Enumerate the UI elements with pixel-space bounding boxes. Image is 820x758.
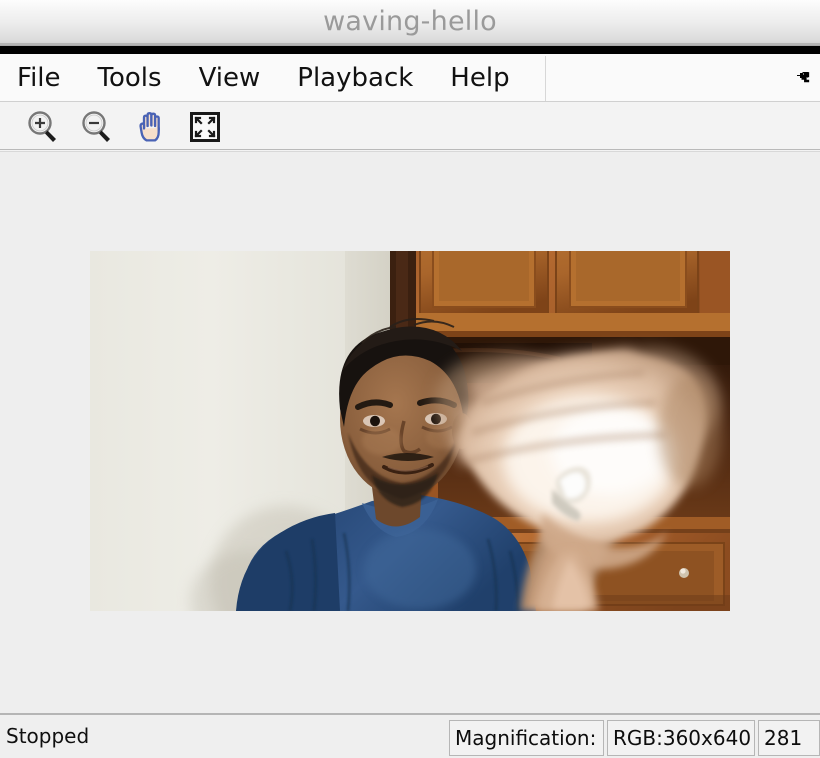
video-viewer-window: waving-hello File Tools View Playback He… [0, 0, 820, 758]
magnifier-plus-icon [28, 111, 56, 142]
menu-bar: File Tools View Playback Help [0, 54, 820, 102]
menu-item-playback[interactable]: Playback [297, 54, 413, 102]
title-bar: waving-hello [0, 0, 820, 46]
menu-item-help[interactable]: Help [450, 54, 509, 102]
toolbar [0, 102, 820, 152]
window-title: waving-hello [323, 6, 497, 37]
zoom-out-button[interactable] [75, 105, 119, 149]
menu-item-file[interactable]: File [17, 54, 61, 102]
playback-state-label: Stopped [6, 723, 90, 748]
magnification-panel[interactable]: Magnification: 10 [449, 720, 604, 756]
undock-arrow-icon[interactable] [794, 68, 812, 86]
titlebar-underline [0, 43, 820, 45]
video-frame-image [90, 251, 730, 611]
status-bar: Stopped Magnification: 10 RGB:360x640 28… [0, 713, 820, 758]
maximize-button[interactable] [183, 105, 227, 149]
video-frame[interactable] [90, 251, 730, 611]
pan-button[interactable] [129, 105, 173, 149]
menubar-divider [545, 56, 546, 102]
hand-icon [139, 112, 160, 142]
menu-item-view[interactable]: View [199, 54, 261, 102]
menu-item-tools[interactable]: Tools [98, 54, 162, 102]
zoom-in-button[interactable] [21, 105, 65, 149]
magnifier-minus-icon [82, 111, 110, 142]
color-format-panel: RGB:360x640 [607, 720, 755, 756]
video-display-area[interactable] [0, 152, 820, 713]
fit-to-window-icon [190, 112, 220, 142]
toolbar-separator [0, 149, 820, 150]
frame-number-panel: 281 [758, 720, 820, 756]
statusbar-top-border [0, 713, 820, 715]
window-top-black-strip [0, 46, 820, 54]
status-panel-group: Magnification: 10 RGB:360x640 281 [446, 720, 820, 756]
